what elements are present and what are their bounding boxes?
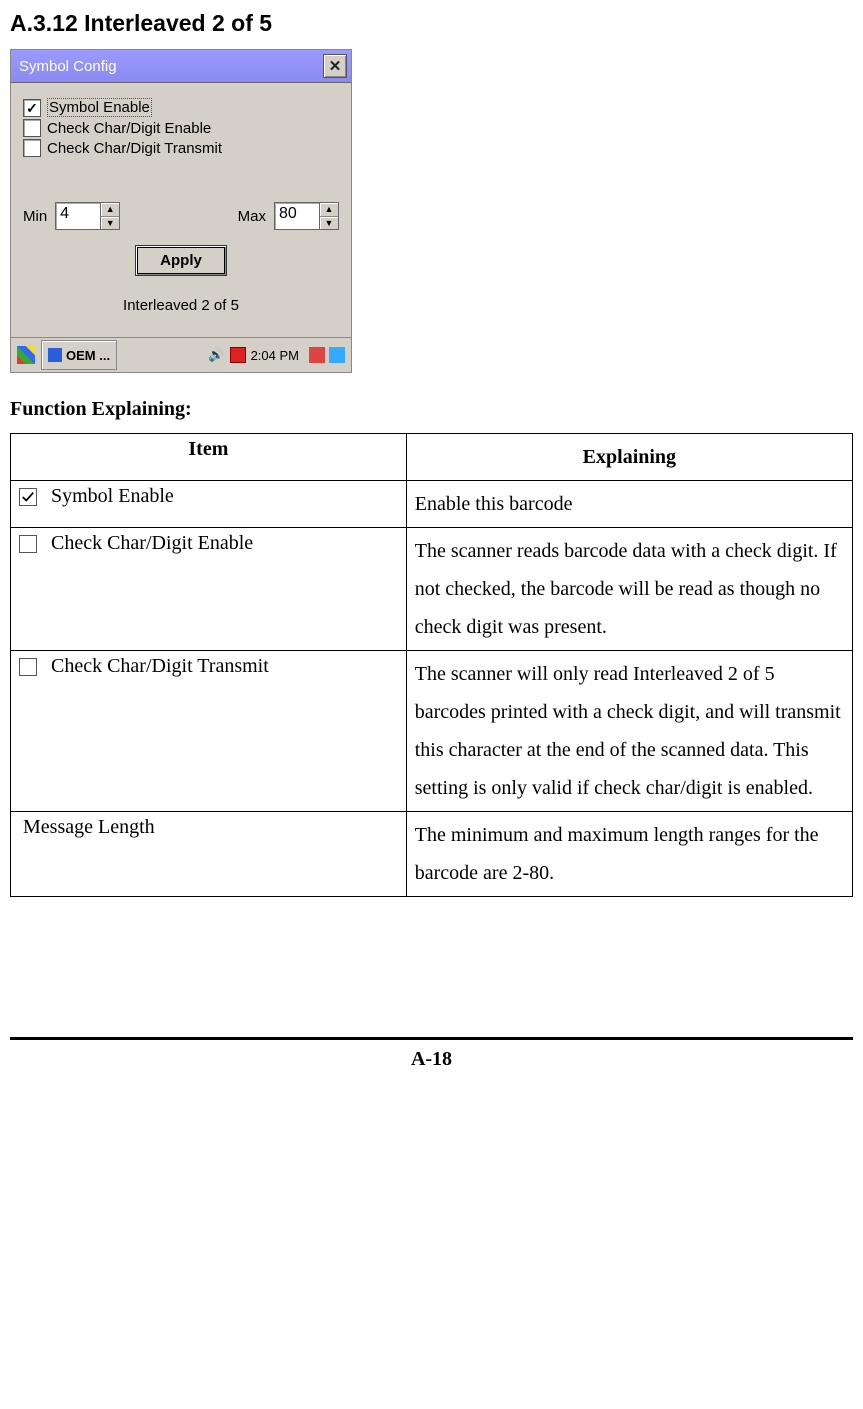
checkbox-icon — [23, 119, 41, 137]
explain-table: Item Explaining Symbol Enable Enable thi… — [10, 433, 853, 897]
spin-down-icon[interactable]: ▼ — [320, 217, 338, 230]
table-row: Message Length The minimum and maximum l… — [11, 812, 853, 897]
checkbox-checked-icon — [19, 488, 37, 506]
checkbox-unchecked-icon — [19, 535, 37, 553]
checkbox-icon — [23, 139, 41, 157]
dialog-title: Symbol Config — [19, 58, 323, 75]
col-header-explain: Explaining — [406, 434, 852, 481]
page-number: A-18 — [10, 1037, 853, 1071]
notify-icon — [309, 347, 325, 363]
min-label: Min — [23, 208, 47, 225]
table-row: Check Char/Digit Enable The scanner read… — [11, 528, 853, 651]
taskbar-app-oem[interactable]: OEM ... — [41, 340, 117, 370]
checkbox-icon — [23, 99, 41, 117]
checkbox-row-check-digit-transmit[interactable]: Check Char/Digit Transmit — [23, 139, 339, 157]
table-row: Symbol Enable Enable this barcode — [11, 481, 853, 528]
section-heading: A.3.12 Interleaved 2 of 5 — [10, 10, 853, 37]
network-off-icon — [230, 347, 246, 363]
close-button[interactable]: ✕ — [323, 54, 347, 78]
max-field[interactable]: 80 ▲ ▼ — [274, 202, 339, 230]
item-text: Symbol Enable — [51, 485, 174, 508]
col-header-item: Item — [11, 434, 407, 481]
explain-text: The scanner reads barcode data with a ch… — [406, 528, 852, 651]
explain-text: The scanner will only read Interleaved 2… — [406, 651, 852, 812]
min-max-row: Min 4 ▲ ▼ Max 80 ▲ ▼ — [23, 202, 339, 230]
app-icon — [48, 348, 62, 362]
checkbox-row-symbol-enable[interactable]: Symbol Enable — [23, 98, 339, 117]
spin-up-icon[interactable]: ▲ — [101, 203, 119, 217]
dialog-window: Symbol Config ✕ Symbol Enable Check Char… — [10, 49, 352, 373]
explain-text: Enable this barcode — [406, 481, 852, 528]
spin-down-icon[interactable]: ▼ — [101, 217, 119, 230]
titlebar: Symbol Config ✕ — [11, 50, 351, 83]
checkbox-row-check-digit-enable[interactable]: Check Char/Digit Enable — [23, 119, 339, 137]
table-row: Check Char/Digit Transmit The scanner wi… — [11, 651, 853, 812]
apply-button[interactable]: Apply — [135, 245, 227, 276]
close-icon: ✕ — [329, 57, 342, 75]
tray-extra[interactable] — [305, 341, 349, 369]
item-text: Message Length — [19, 816, 155, 838]
spin-up-icon[interactable]: ▲ — [320, 203, 338, 217]
tray-area[interactable]: 🔊 2:04 PM — [119, 341, 303, 369]
min-spinner[interactable]: ▲ ▼ — [100, 202, 120, 230]
checkbox-label: Check Char/Digit Transmit — [47, 140, 222, 157]
item-text: Check Char/Digit Transmit — [51, 655, 269, 678]
dialog-caption: Interleaved 2 of 5 — [23, 291, 339, 329]
explain-text: The minimum and maximum length ranges fo… — [406, 812, 852, 897]
sound-icon: 🔊 — [208, 347, 224, 363]
function-explaining-heading: Function Explaining: — [10, 398, 853, 421]
checkbox-label: Symbol Enable — [47, 98, 152, 117]
max-value[interactable]: 80 — [274, 202, 319, 230]
checkbox-label: Check Char/Digit Enable — [47, 120, 211, 137]
min-field[interactable]: 4 ▲ ▼ — [55, 202, 120, 230]
min-value[interactable]: 4 — [55, 202, 100, 230]
max-spinner[interactable]: ▲ ▼ — [319, 202, 339, 230]
taskbar-app-label: OEM ... — [66, 348, 110, 363]
taskbar: OEM ... 🔊 2:04 PM — [11, 337, 351, 372]
windows-flag-icon — [17, 346, 35, 364]
checkbox-unchecked-icon — [19, 658, 37, 676]
start-button[interactable] — [13, 341, 39, 369]
desktop-icon — [329, 347, 345, 363]
max-label: Max — [238, 208, 266, 225]
item-text: Check Char/Digit Enable — [51, 532, 253, 555]
clock: 2:04 PM — [251, 348, 299, 363]
